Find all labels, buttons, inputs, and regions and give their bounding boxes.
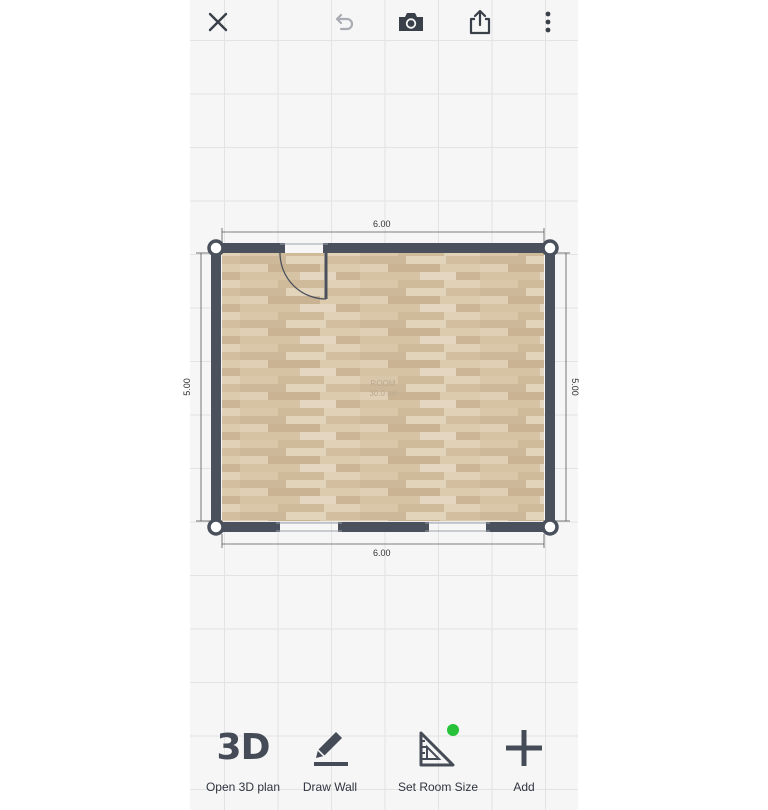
room-floor-plan: ROOM 30.0 m² xyxy=(196,228,570,548)
open-3d-plan-label: Open 3D plan xyxy=(205,780,281,794)
plus-icon xyxy=(506,730,542,766)
room-area-label: 30.0 m² xyxy=(369,389,396,398)
room-name-label: ROOM xyxy=(371,379,396,388)
open-3d-plan-button[interactable]: 3D Open 3D plan xyxy=(201,722,285,795)
set-room-size-button[interactable]: Set Room Size xyxy=(388,722,488,794)
bottom-toolbar: 3D Open 3D plan Draw Wall Set Room Size xyxy=(190,712,578,810)
set-room-size-label: Set Room Size xyxy=(397,780,479,794)
corner-handle-bottom-right xyxy=(541,518,559,536)
add-button[interactable]: Add xyxy=(496,722,552,794)
dimension-bottom[interactable]: 6.00 xyxy=(373,548,391,558)
corner-handle-top-right xyxy=(541,239,559,257)
corner-handle-bottom-left xyxy=(207,518,225,536)
dimension-top[interactable]: 6.00 xyxy=(373,219,391,229)
draw-wall-button[interactable]: Draw Wall xyxy=(294,722,366,794)
pencil-icon xyxy=(314,732,348,766)
dimension-left[interactable]: 5.00 xyxy=(182,378,192,396)
status-dot-badge xyxy=(447,724,459,736)
draw-wall-label: Draw Wall xyxy=(302,780,358,794)
add-label: Add xyxy=(513,780,535,794)
3d-icon: 3D xyxy=(216,727,271,768)
corner-handle-top-left xyxy=(207,239,225,257)
dimension-right[interactable]: 5.00 xyxy=(570,378,580,396)
